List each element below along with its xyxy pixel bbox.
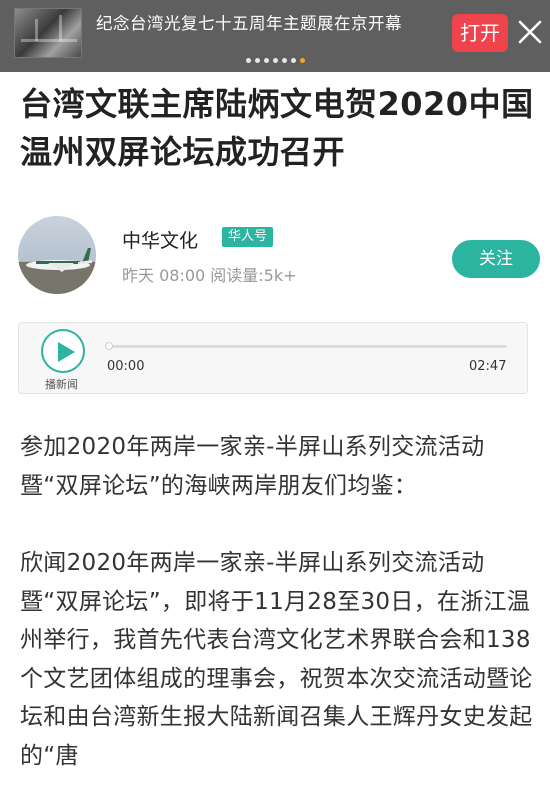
- carousel-dot: [299, 58, 305, 63]
- play-icon: [58, 342, 75, 362]
- elapsed-time: 00:00: [107, 359, 145, 374]
- app-download-banner[interactable]: 纪念台湾光复七十五周年主题展在京开幕 打开: [0, 0, 550, 72]
- banner-thumbnail: [14, 8, 82, 58]
- carousel-dot: [281, 58, 287, 63]
- total-duration: 02:47: [469, 359, 507, 374]
- close-icon[interactable]: [516, 18, 544, 46]
- progress-bar[interactable]: [107, 345, 507, 348]
- article-paragraph-1: 参加2020年两岸一家亲-半屏山系列交流活动暨“双屏论坛”的海峡两岸朋友们均鉴：: [20, 434, 485, 499]
- author-meta: 昨天 08:00 阅读量:5k+: [122, 266, 297, 285]
- audio-player: 播新闻 00:00 02:47: [18, 322, 528, 394]
- carousel-dot: [290, 58, 296, 63]
- author-badge: 华人号: [222, 227, 274, 247]
- carousel-dot: [254, 58, 260, 63]
- carousel-dot: [263, 58, 269, 63]
- open-app-button[interactable]: 打开: [452, 14, 508, 52]
- progress-handle[interactable]: [105, 342, 113, 350]
- carousel-dots: [0, 58, 550, 63]
- carousel-dot: [245, 58, 251, 63]
- article-paragraph-2: 欣闻2020年两岸一家亲-半屏山系列交流活动暨“双屏论坛”，即将于11月28至3…: [20, 550, 533, 769]
- author-name[interactable]: 中华文化: [122, 226, 198, 253]
- avatar[interactable]: [18, 216, 96, 294]
- play-label: 播新闻: [45, 378, 78, 391]
- play-button[interactable]: [41, 329, 85, 373]
- follow-button[interactable]: 关注: [452, 240, 540, 278]
- article-title: 台湾文联主席陆炳文电贺2020中国温州双屏论坛成功召开: [20, 85, 534, 171]
- carousel-dot: [272, 58, 278, 63]
- banner-title[interactable]: 纪念台湾光复七十五周年主题展在京开幕: [96, 10, 402, 34]
